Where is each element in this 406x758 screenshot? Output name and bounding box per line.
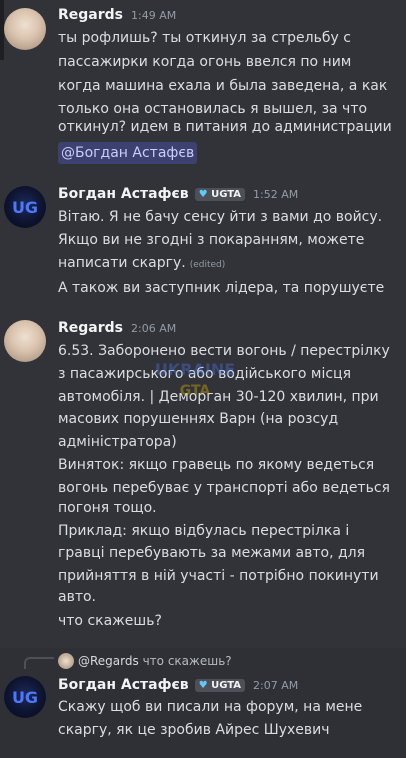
message-line: Вітаю. Я не бачу сенсу йти з вами до вой… bbox=[58, 209, 383, 225]
guild-tag-label: UGTA bbox=[211, 680, 242, 691]
author-name[interactable]: Regards bbox=[58, 7, 123, 23]
author-name[interactable]: Богдан Астафєв bbox=[58, 186, 189, 202]
heart-icon: ♥ bbox=[198, 680, 208, 691]
avatar[interactable] bbox=[4, 8, 46, 50]
message-line: гравці перебувають за межами авто, для bbox=[58, 545, 366, 561]
message-line: масових порушеннях Варн (на розсуд bbox=[58, 411, 339, 427]
message-line: А також ви заступник лідера, та порушуєт… bbox=[58, 280, 385, 296]
author-name[interactable]: Regards bbox=[58, 320, 123, 336]
reply-text: что скажешь? bbox=[142, 654, 232, 668]
message-line: откинул? идем в питания до администрации bbox=[58, 119, 392, 135]
message-line: Приклад: якщо відбулась перестрілка і bbox=[58, 523, 350, 539]
message-line: только она остановилась я вышел, за что bbox=[58, 101, 368, 117]
message-line: Якщо ви не згодні з покаранням, можете bbox=[58, 232, 365, 248]
message-line: погоня тощо. bbox=[58, 500, 157, 516]
timestamp: 1:52 AM bbox=[253, 188, 299, 201]
svg-text:UG: UG bbox=[12, 688, 38, 707]
avatar[interactable]: UG bbox=[4, 186, 46, 228]
message-line: ты рофлишь? ты откинул за стрельбу с bbox=[58, 30, 351, 46]
reply-author[interactable]: @Regards bbox=[78, 654, 139, 668]
message-header: Богдан Астафєв ♥ UGTA 1:52 AM bbox=[58, 186, 298, 202]
timestamp: 2:06 AM bbox=[131, 322, 177, 335]
message-line: вогонь перебуває у транспорті або ведеть… bbox=[58, 480, 390, 496]
timestamp: 2:07 AM bbox=[253, 679, 299, 692]
guild-tag-label: UGTA bbox=[211, 189, 242, 200]
message-line: написати скаргу. (edited) bbox=[58, 253, 225, 275]
message-line: пассажирки когда огонь ввелся по ним bbox=[58, 54, 352, 70]
ug-logo-icon: UG bbox=[12, 688, 38, 707]
message-line: скаргу, як це зробив Айрес Шухевич bbox=[58, 722, 330, 738]
user-mention[interactable]: @Богдан Астафєв bbox=[58, 142, 198, 164]
svg-text:GTA: GTA bbox=[180, 383, 211, 399]
avatar[interactable] bbox=[4, 320, 46, 362]
timestamp: 1:49 AM bbox=[131, 9, 177, 22]
message-text: написати скаргу. bbox=[58, 255, 186, 271]
watermark-logo-icon: UKRAINE GTA bbox=[155, 360, 235, 399]
message-line: Скажу щоб ви писали на форум, на мене bbox=[58, 699, 363, 715]
message-line: Виняток: якщо гравець по якому ведеться bbox=[58, 457, 375, 473]
heart-icon: ♥ bbox=[198, 189, 208, 200]
message-header: Regards 1:49 AM bbox=[58, 7, 176, 23]
message-header: Богдан Астафєв ♥ UGTA 2:07 AM bbox=[58, 677, 298, 693]
message-line: адміністратора) bbox=[58, 434, 177, 450]
message-header: Regards 2:06 AM bbox=[58, 320, 176, 336]
message-line: прийняття в ній участі - потрібно покину… bbox=[58, 568, 379, 584]
message-line: когда машина ехала и была заведена, а ка… bbox=[58, 78, 388, 94]
svg-text:UG: UG bbox=[12, 198, 38, 217]
author-name[interactable]: Богдан Астафєв bbox=[58, 677, 189, 693]
edited-label: (edited) bbox=[189, 260, 226, 270]
reply-avatar[interactable] bbox=[58, 653, 74, 669]
svg-text:UKRAINE: UKRAINE bbox=[155, 360, 235, 379]
guild-tag[interactable]: ♥ UGTA bbox=[194, 188, 246, 201]
message-line: что скажешь? bbox=[58, 613, 162, 629]
guild-tag[interactable]: ♥ UGTA bbox=[194, 679, 246, 692]
message-line: авто. bbox=[58, 589, 97, 605]
reply-spine bbox=[24, 657, 54, 669]
avatar[interactable]: UG bbox=[4, 676, 46, 718]
ug-logo-icon: UG bbox=[12, 198, 38, 217]
reply-preview[interactable]: @Regards что скажешь? bbox=[78, 652, 232, 670]
